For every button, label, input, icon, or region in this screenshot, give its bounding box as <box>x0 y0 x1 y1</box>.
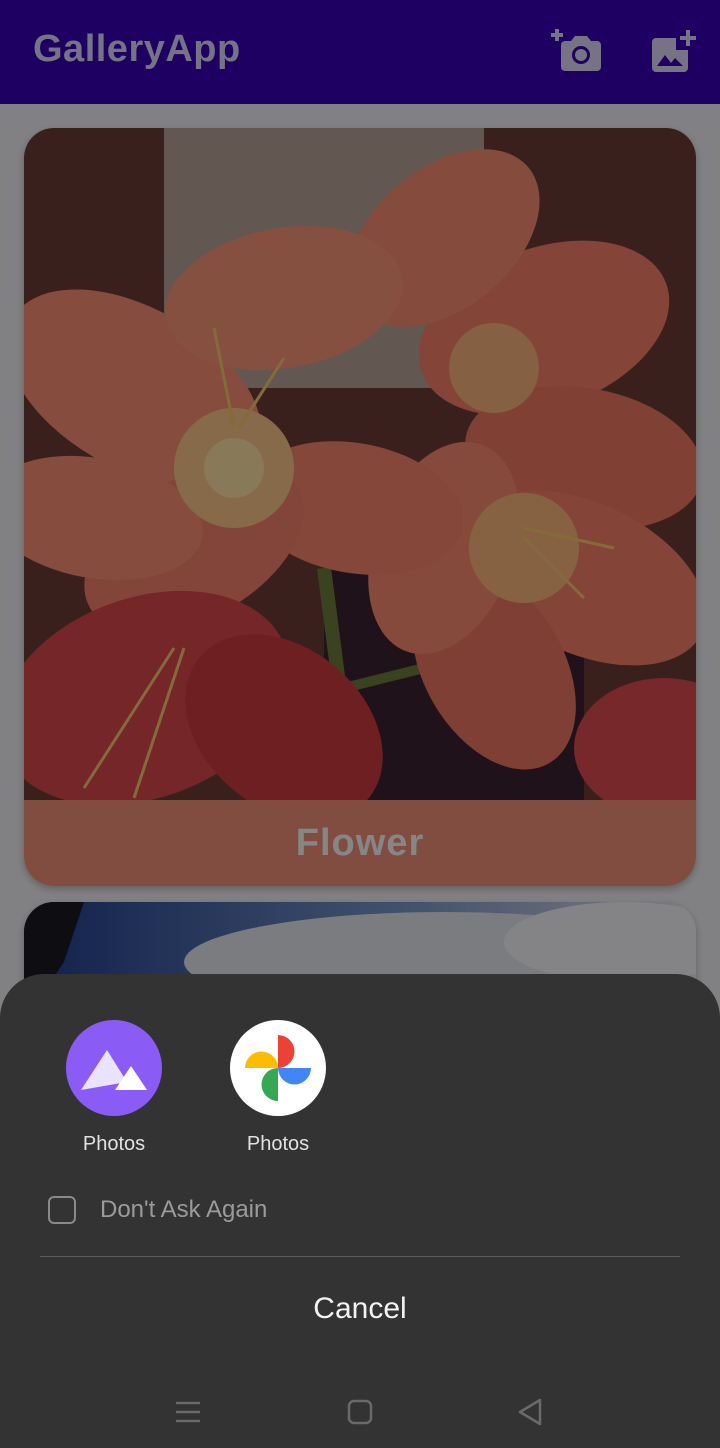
divider <box>40 1256 680 1257</box>
app-option-google-photos[interactable]: Photos <box>203 1020 353 1156</box>
app-option-photos[interactable]: Photos <box>39 1020 189 1156</box>
system-nav-bar <box>0 1378 720 1448</box>
cancel-button[interactable]: Cancel <box>0 1274 720 1344</box>
home-icon <box>347 1399 373 1425</box>
back-icon <box>518 1398 542 1426</box>
photos-mountains-icon <box>81 1050 147 1090</box>
menu-button[interactable] <box>166 1390 210 1434</box>
google-photos-pinwheel-icon <box>245 1035 311 1101</box>
dont-ask-again-label: Don't Ask Again <box>100 1196 268 1223</box>
app-option-label: Photos <box>246 1133 310 1155</box>
app-option-label: Photos <box>82 1133 146 1155</box>
home-button[interactable] <box>338 1390 382 1434</box>
app-chooser-sheet: Photos Photos Don't Ask Again Cancel <box>0 974 720 1448</box>
app-option-icon <box>230 1020 326 1116</box>
dont-ask-again-row[interactable]: Don't Ask Again <box>48 1196 267 1224</box>
app-option-icon <box>66 1020 162 1116</box>
dont-ask-again-checkbox[interactable] <box>48 1196 76 1224</box>
menu-icon <box>176 1401 200 1423</box>
back-button[interactable] <box>508 1390 552 1434</box>
